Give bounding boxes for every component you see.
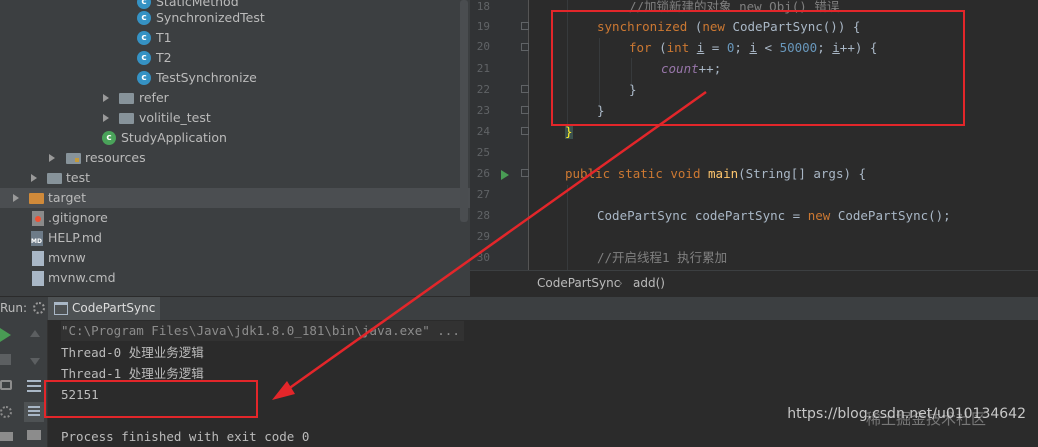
indent-guide [567,185,568,270]
keyword: public [565,166,611,181]
resources-folder-icon [66,153,81,164]
method-name: main [708,166,739,181]
gitignore-icon [32,211,44,226]
tree-scrollbar[interactable] [460,0,468,222]
fold-marker-icon[interactable] [521,85,529,93]
highlight-box-result [44,380,258,418]
file-icon [32,251,44,266]
console-icon [54,302,68,315]
tree-item-refer[interactable]: refer [0,88,470,108]
console-command-line: "C:\Program Files\Java\jdk1.8.0_181\bin\… [61,321,464,341]
tree-item-resources[interactable]: resources [0,148,470,168]
camera-icon[interactable] [0,380,12,390]
print-output-icon[interactable] [27,430,41,440]
class-icon: c [137,51,151,65]
tree-item-test[interactable]: test [0,168,470,188]
gear-icon[interactable] [33,302,45,314]
fold-marker-icon[interactable] [521,127,529,135]
line-number: 30 [476,251,490,264]
code-comment-line: //开启线程1 执行累加 [597,250,728,265]
package-icon [119,93,134,104]
line-number: 19 [476,20,490,33]
console-exit-line: Process finished with exit code 0 [61,429,310,444]
matched-brace: } [565,124,573,139]
expand-arrow-icon[interactable] [49,154,55,162]
line-number: 27 [476,188,490,201]
tree-item-testsynchronize[interactable]: c TestSynchronize [0,68,470,88]
line-number: 29 [476,230,490,243]
tree-item-studyapplication[interactable]: c StudyApplication [0,128,470,148]
fold-marker-icon[interactable] [521,106,529,114]
line-number: 25 [476,146,490,159]
run-toolbar-left [0,320,22,447]
run-tab-codepartsync[interactable]: CodePartSync [48,297,160,320]
line-number: 22 [476,83,490,96]
tree-item-gitignore[interactable]: .gitignore [0,208,470,228]
line-number: 24 [476,125,490,138]
line-number: 21 [476,62,490,75]
expand-arrow-icon[interactable] [31,174,37,182]
line-number: 28 [476,209,490,222]
line-number: 23 [476,104,490,117]
spring-class-icon: c [102,131,116,145]
stop-icon[interactable] [0,354,11,365]
print-icon[interactable] [0,432,13,441]
run-tab-label: CodePartSync [72,301,156,315]
scroll-down-icon[interactable] [30,358,40,365]
settings-icon[interactable] [0,406,12,418]
tree-item-mvnw-cmd[interactable]: mvnw.cmd [0,268,470,288]
expand-arrow-icon[interactable] [103,94,109,102]
tree-item-synchronizedtest[interactable]: c SynchronizedTest [0,8,470,28]
keyword: new [807,208,831,223]
rerun-icon[interactable] [0,328,11,342]
keyword: void [670,166,701,181]
code-text: CodePartSync(); [830,208,951,223]
tree-item-volitile-test[interactable]: volitile_test [0,108,470,128]
markdown-icon: MD [31,231,43,246]
file-icon [32,271,44,286]
scroll-up-icon[interactable] [30,330,40,337]
line-number: 18 [476,0,490,13]
keyword: static [617,166,663,181]
folder-icon [47,173,62,184]
package-icon [119,113,134,124]
fold-marker-icon[interactable] [521,43,529,51]
expand-arrow-icon[interactable] [103,114,109,122]
fold-marker-icon[interactable] [521,169,529,177]
tree-item-mvnw[interactable]: mvnw [0,248,470,268]
soft-wrap-icon[interactable] [27,380,41,382]
class-icon: c [137,31,151,45]
tree-item-target[interactable]: target [0,188,470,208]
excluded-folder-icon [29,193,44,204]
class-icon: c [137,11,151,25]
code-line-main: public static void main(String[] args) { [565,164,866,184]
console-line: Thread-0 处理业务逻辑 [61,345,204,360]
run-main-icon[interactable] [501,170,509,180]
run-panel-header: Run: CodePartSync [0,296,1038,320]
expand-arrow-icon[interactable] [13,194,19,202]
watermark-url: https://blog.csdn.net/u010134642 [787,406,1026,422]
project-tree: c StaticMethod c SynchronizedTest c T1 c… [0,0,470,296]
code-text: CodePartSync codePartSync = [597,208,808,223]
run-label: Run: [0,301,28,315]
highlight-box-synchronized [551,10,965,126]
line-number: 26 [476,167,490,180]
tree-item-t2[interactable]: c T2 [0,48,470,68]
breadcrumb-separator: › [618,276,623,290]
breadcrumb-method[interactable]: add() [633,271,665,296]
code-line-declaration: CodePartSync codePartSync = new CodePart… [597,206,951,226]
scroll-to-end-icon[interactable] [24,402,44,422]
line-number: 20 [476,40,490,53]
class-icon: c [137,71,151,85]
code-text: (String[] args) { [738,166,867,181]
tree-item-t1[interactable]: c T1 [0,28,470,48]
fold-marker-icon[interactable] [521,22,529,30]
tree-item-help-md[interactable]: MD HELP.md [0,228,470,248]
breadcrumb: CodePartSync › add() [470,270,1038,296]
breadcrumb-class[interactable]: CodePartSync [537,271,620,296]
